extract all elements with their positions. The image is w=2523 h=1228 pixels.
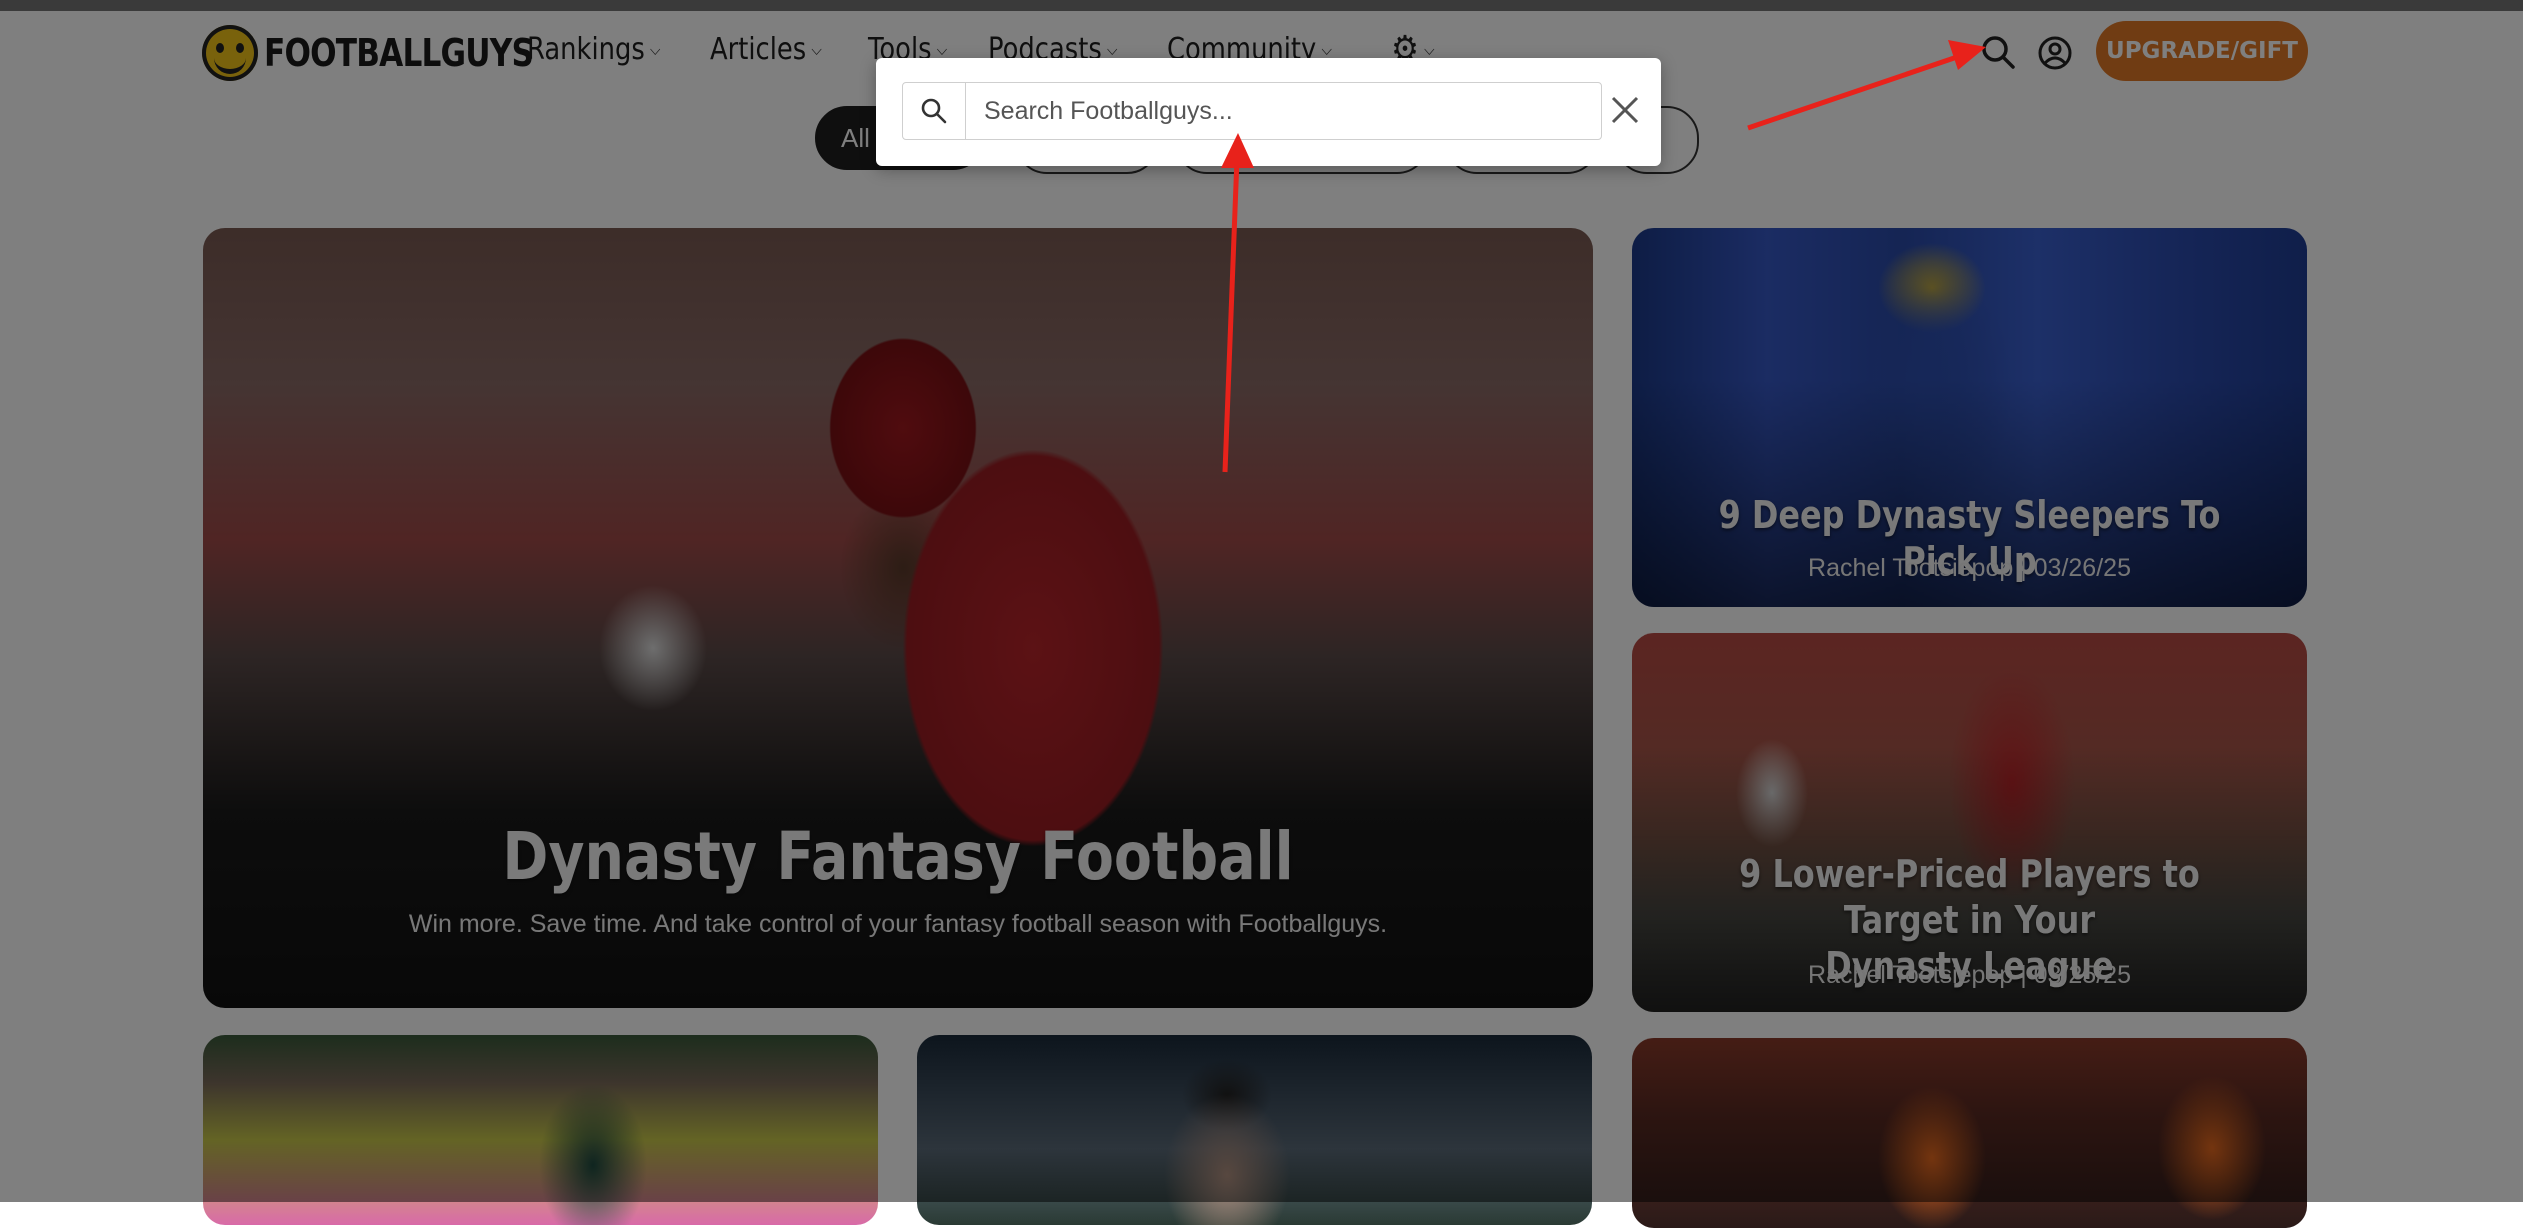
search-submit-button[interactable]	[903, 83, 966, 139]
close-icon	[1611, 96, 1639, 124]
browser-top-bar	[0, 0, 2523, 11]
search-modal	[876, 58, 1661, 166]
modal-backdrop[interactable]	[0, 11, 2523, 1202]
close-search-button[interactable]	[1604, 88, 1646, 132]
search-icon	[921, 98, 947, 124]
search-input[interactable]	[966, 83, 1601, 139]
search-box	[902, 82, 1602, 140]
